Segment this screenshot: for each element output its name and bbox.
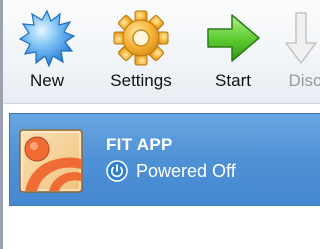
window-edge-lower: [0, 104, 3, 249]
vm-state: Powered Off: [106, 160, 236, 182]
vm-list-item[interactable]: FIT APP Powered Off: [9, 113, 320, 206]
new-icon: [18, 9, 76, 67]
start-button[interactable]: Start: [200, 0, 266, 104]
settings-button-label: Settings: [110, 71, 172, 90]
start-arrow-icon: [207, 14, 260, 62]
power-icon: [106, 160, 128, 182]
discard-icon: [285, 12, 317, 64]
start-button-label: Start: [215, 71, 251, 90]
window-edge: [0, 0, 3, 104]
settings-button[interactable]: Settings: [99, 0, 183, 104]
vm-state-label: Powered Off: [136, 160, 236, 181]
new-button-label: New: [29, 71, 64, 90]
discard-button[interactable]: Disc: [283, 0, 320, 104]
vm-list: FIT APP Powered Off: [0, 104, 320, 249]
main-toolbar: New Settings Start Disc: [0, 0, 320, 104]
new-button[interactable]: New: [16, 0, 78, 104]
vm-name: FIT APP: [106, 135, 173, 154]
os-type-icon: [19, 129, 83, 193]
gear-icon: [113, 10, 169, 66]
discard-button-label: Disc: [288, 71, 320, 90]
